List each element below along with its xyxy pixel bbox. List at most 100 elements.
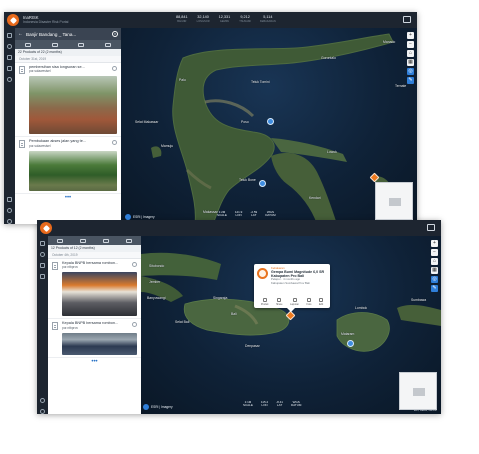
close-icon[interactable]: × xyxy=(112,31,118,37)
header-stat[interactable]: 9,212 TSUNAMI xyxy=(239,15,251,24)
settings-icon[interactable] xyxy=(7,208,12,213)
menu-icon[interactable] xyxy=(7,33,12,38)
incident-pin[interactable] xyxy=(267,118,274,125)
zoom-out-icon[interactable]: − xyxy=(431,249,438,256)
popup-action[interactable]: Share xyxy=(276,298,282,306)
chart-icon[interactable] xyxy=(40,274,45,279)
app-logo[interactable] xyxy=(7,14,19,26)
share-icon[interactable] xyxy=(112,66,117,71)
incident-pin[interactable] xyxy=(259,180,266,187)
scale-label: LAT xyxy=(251,213,257,218)
incident-popup[interactable]: Kebakaran Gempa Bumi Magnitude 6,0 SR Ka… xyxy=(254,264,330,312)
map-sulawesi[interactable]: Manado Gorontalo Palu Kendari Makassar S… xyxy=(121,28,417,224)
map-label: Ternate xyxy=(395,84,407,88)
measure-icon[interactable]: ✎ xyxy=(407,77,414,84)
map-tools: + − ⌂ ▦ ◎ ✎ xyxy=(407,32,414,84)
header-stat[interactable]: 32,140 LONGSOR xyxy=(197,15,210,24)
edit-icon xyxy=(319,298,324,302)
map-label: Singaraja xyxy=(213,296,228,300)
map-label: Gorontalo xyxy=(321,56,336,60)
header-stat[interactable]: 88,841 BANJIR xyxy=(176,15,188,24)
item-photo[interactable] xyxy=(62,272,137,317)
tab-grid-icon[interactable] xyxy=(79,238,86,243)
document-icon xyxy=(19,140,25,149)
app-logo[interactable] xyxy=(40,222,52,234)
message-icon[interactable] xyxy=(427,224,435,231)
photo-icon xyxy=(306,298,311,302)
item-photo[interactable] xyxy=(29,76,117,135)
zoom-out-icon[interactable]: − xyxy=(407,41,414,48)
zoom-in-icon[interactable]: + xyxy=(431,240,438,247)
locate-icon[interactable]: ◎ xyxy=(407,68,414,75)
header-stat[interactable]: 12,331 GEMPA xyxy=(219,15,231,24)
bali-lombok-landmass xyxy=(141,252,441,352)
location-icon[interactable] xyxy=(7,77,12,82)
screenshot-sulawesi: InaRISK Indonesia Disaster Risk Portal 8… xyxy=(4,12,417,224)
tab-doc-icon[interactable] xyxy=(126,238,133,243)
item-photo[interactable] xyxy=(29,150,117,191)
stat-label: TSUNAMI xyxy=(239,19,251,23)
scale-label: SCALE xyxy=(243,403,253,408)
basemap-icon[interactable]: ▦ xyxy=(407,59,414,66)
list-item[interactable]: pembersihan sisa longsoran se... por.sul… xyxy=(15,63,121,138)
scale-label: LAT xyxy=(276,403,283,408)
popup-action[interactable]: Produk xyxy=(261,298,268,306)
item-author: por.ntbprov xyxy=(62,265,78,270)
sulawesi-landmass xyxy=(151,33,394,224)
back-arrow-icon[interactable]: ← xyxy=(18,31,23,37)
basemap-icon[interactable]: ▦ xyxy=(431,267,438,274)
stat-label: BANJIR xyxy=(177,19,187,23)
popup-action[interactable]: Foto xyxy=(306,298,311,306)
map-brand: ESRI | Imagery xyxy=(143,404,173,410)
minimap[interactable] xyxy=(375,182,413,220)
popup-action[interactable]: Edit xyxy=(319,298,323,306)
popup-action-label: Laporan xyxy=(290,303,299,306)
share-icon[interactable] xyxy=(132,262,137,267)
incident-pin[interactable] xyxy=(347,340,354,347)
menu-icon[interactable] xyxy=(40,241,45,246)
tab-list-icon[interactable] xyxy=(56,238,63,243)
scale-label: LON xyxy=(261,403,268,408)
tab-grid-icon[interactable] xyxy=(51,42,58,47)
popup-action[interactable]: Laporan xyxy=(290,298,299,306)
home-icon[interactable]: ⌂ xyxy=(407,50,414,57)
map-label: Teluk Tomini xyxy=(251,80,270,84)
stage: InaRISK Indonesia Disaster Risk Portal 8… xyxy=(0,0,479,454)
locate-icon[interactable]: ◎ xyxy=(431,276,438,283)
item-photo[interactable] xyxy=(62,332,137,355)
help-icon[interactable] xyxy=(40,409,45,414)
list-item[interactable]: Kepala BNPB bersama rombon... por.ntbpro… xyxy=(48,259,141,320)
document-icon xyxy=(19,66,25,74)
measure-icon[interactable]: ✎ xyxy=(431,285,438,292)
layers-icon[interactable] xyxy=(40,252,45,257)
more-dots[interactable]: ••• xyxy=(15,194,121,202)
header-stat[interactable]: 5,114 KEBAKARAN xyxy=(260,15,276,24)
more-dots[interactable]: ••• xyxy=(48,358,141,366)
message-icon[interactable] xyxy=(403,16,411,23)
product-count: 22 Products of 22 (2 months) xyxy=(15,49,121,56)
header-stats: 88,841 BANJIR 32,140 LONGSOR 12,331 GEMPA 9… xyxy=(176,15,276,24)
help-icon[interactable] xyxy=(7,219,12,224)
home-icon[interactable]: ⌂ xyxy=(431,258,438,265)
tab-list-icon[interactable] xyxy=(25,42,32,47)
tab-doc-icon[interactable] xyxy=(104,42,111,47)
layers-icon[interactable] xyxy=(7,44,12,49)
minimap[interactable] xyxy=(399,372,437,410)
scale-cell: WGS DATUM xyxy=(265,210,275,218)
popup-action-label: Share xyxy=(276,303,283,306)
product-icon xyxy=(262,298,267,302)
tab-camera-icon[interactable] xyxy=(103,238,110,243)
zoom-in-icon[interactable]: + xyxy=(407,32,414,39)
popup-action-label: Edit xyxy=(319,303,324,306)
filter-icon[interactable] xyxy=(40,263,45,268)
tab-camera-icon[interactable] xyxy=(78,42,85,47)
phone-icon[interactable] xyxy=(7,197,12,202)
list-item[interactable]: Kepala BNPB bersama rombon... por.ntbpro… xyxy=(48,319,141,358)
chart-icon[interactable] xyxy=(7,66,12,71)
map-brand-text: ESRI | Imagery xyxy=(151,405,173,409)
map-bali-lombok[interactable]: Lombok Bali Mataram Denpasar Sumbawa Sel… xyxy=(141,236,441,414)
panel-tabs xyxy=(48,236,141,245)
filter-icon[interactable] xyxy=(7,55,12,60)
settings-icon[interactable] xyxy=(40,398,45,403)
list-item[interactable]: Pembukaan akses jalan yang te... por.sul… xyxy=(15,137,121,194)
